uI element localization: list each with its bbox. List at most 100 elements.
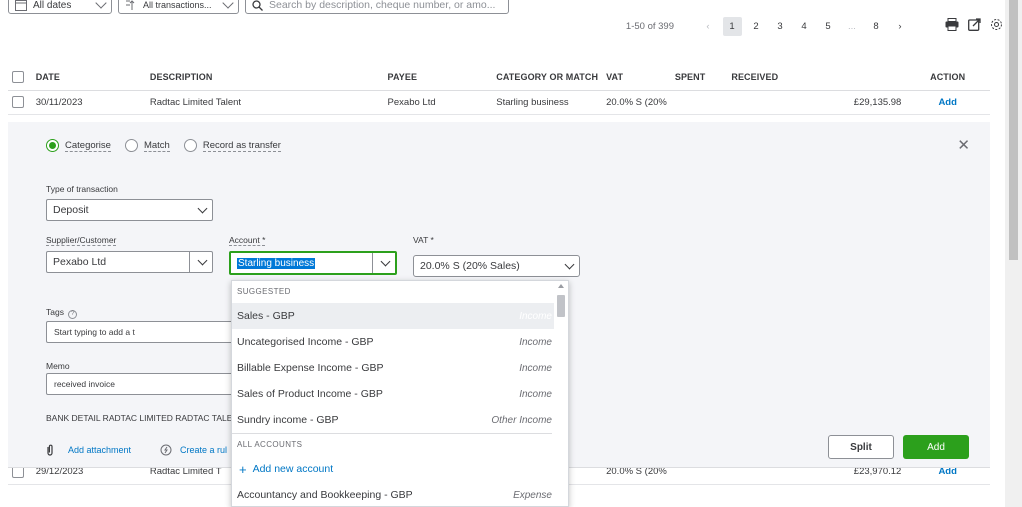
dropdown-option[interactable]: Sundry income - GBP Other Income [232,407,568,433]
split-button[interactable]: Split [828,435,894,459]
account-value[interactable]: Starling business [237,257,316,269]
categorise-radio[interactable] [46,139,59,152]
type-select[interactable]: Deposit [46,199,213,221]
header-category[interactable]: CATEGORY OR MATCH [492,64,603,91]
option-name: Accountancy and Bookkeeping - GBP [237,489,413,501]
header-payee[interactable]: PAYEE [383,64,493,91]
select-all-cell [8,64,32,91]
create-rule-link[interactable]: Create a rul [160,444,227,456]
dropdown-option[interactable]: Sales - GBP Income [232,303,568,329]
option-name: Sales of Product Income - GBP [237,388,383,400]
chevron-down-icon [564,259,575,270]
dropdown-scroll-thumb[interactable] [557,295,565,317]
memo-input[interactable]: received invoice [46,373,236,395]
add-attachment-link[interactable]: Add attachment [46,444,131,456]
vat-value: 20.0% S (20% Sales) [420,260,520,272]
dropdown-option[interactable]: Accountancy and Bookkeeping - GBP Expens… [232,482,568,506]
chevron-down-icon [95,0,107,9]
print-icon[interactable] [945,18,959,31]
vat-select[interactable]: 20.0% S (20% Sales) [413,255,580,277]
search-icon [252,0,263,11]
row-category: Starling business [492,90,603,115]
page-2-button[interactable]: 2 [747,17,766,36]
header-description[interactable]: DESCRIPTION [145,64,384,91]
pagination: 1-50 of 399 ‹ 1 2 3 4 5 ... 8 › [625,16,912,36]
help-icon[interactable]: ? [68,310,78,319]
row-add-link[interactable]: Add [905,90,990,115]
match-label[interactable]: Match [143,140,170,152]
header-spent[interactable]: SPENT [670,64,728,91]
chevron-down-icon [380,256,391,267]
suggested-header: SUGGESTED [237,287,291,296]
memo-value: received invoice [54,379,115,389]
dropdown-option[interactable]: Billable Expense Income - GBP Income [232,355,568,381]
table-tools [945,18,1003,31]
option-name: Sundry income - GBP [237,414,339,426]
dropdown-option[interactable]: Sales of Product Income - GBP Income [232,381,568,407]
select-divider [189,252,190,272]
transactions-filter-dropdown[interactable]: All transactions... [118,0,239,14]
account-select[interactable]: Starling business [229,251,397,275]
option-type: Income [519,336,552,348]
option-name: Sales - GBP [237,310,295,322]
page-5-button[interactable]: 5 [819,17,838,36]
page-scroll-thumb[interactable] [1009,0,1018,260]
categorise-label[interactable]: Categorise [65,140,111,152]
option-type: Income [519,388,552,400]
page-3-button[interactable]: 3 [771,17,790,36]
row-spent [670,90,728,115]
account-label: Account * [229,235,266,246]
transfer-radio[interactable] [183,139,197,152]
type-label: Type of transaction [46,184,118,194]
row-description: Radtac Limited Talent [145,90,384,115]
header-action: ACTION [905,64,990,91]
add-new-account-option[interactable]: + Add new account [232,456,568,482]
plus-icon: + [239,461,247,477]
date-filter-dropdown[interactable]: All dates [8,0,112,14]
supplier-value: Pexabo Ltd [53,256,107,268]
dropdown-scrollbar[interactable] [554,281,568,506]
chevron-down-icon [197,255,208,266]
gear-icon[interactable] [990,18,1003,31]
prev-page-button[interactable]: ‹ [699,17,718,36]
filter-bar: All dates All transactions... Search by … [0,0,1005,16]
option-type: Other Income [491,414,552,426]
header-received[interactable]: RECEIVED [727,64,906,91]
table-header-row: DATE DESCRIPTION PAYEE CATEGORY OR MATCH… [8,64,990,91]
header-date[interactable]: DATE [31,64,146,91]
page-range: 1-50 of 399 [625,20,674,32]
option-type: Income [519,310,552,322]
scroll-up-arrow-icon[interactable] [558,284,564,288]
search-input[interactable]: Search by description, cheque number, or… [245,0,509,14]
page-4-button[interactable]: 4 [795,17,814,36]
option-name: Billable Expense Income - GBP [237,362,384,374]
transactions-filter-label: All transactions... [143,0,212,10]
account-label-text: Account * [229,235,266,246]
tags-input[interactable]: Start typing to add a t [46,321,236,343]
page-scrollbar[interactable] [1005,0,1022,507]
export-icon[interactable] [968,18,981,31]
search-placeholder: Search by description, cheque number, or… [269,0,496,11]
row-vat: 20.0% S (20% [602,90,671,115]
table-row[interactable]: 30/11/2023 Radtac Limited Talent Pexabo … [8,90,990,115]
add-button[interactable]: Add [903,435,969,459]
close-icon[interactable]: ✕ [957,136,970,154]
calendar-icon [15,0,27,11]
transfer-label[interactable]: Record as transfer [202,140,281,152]
select-all-checkbox[interactable] [12,70,24,83]
next-page-button[interactable]: › [891,17,910,36]
all-accounts-header: ALL ACCOUNTS [237,440,303,449]
page-ellipsis: ... [848,20,856,32]
filter-icon [125,0,137,11]
row-payee: Pexabo Ltd [383,90,493,115]
rule-icon [160,444,172,456]
page-8-button[interactable]: 8 [867,17,886,36]
supplier-select[interactable]: Pexabo Ltd [46,251,213,273]
header-vat[interactable]: VAT [602,64,671,91]
match-radio[interactable] [124,139,138,152]
dropdown-option[interactable]: Uncategorised Income - GBP Income [232,329,568,355]
page-1-button[interactable]: 1 [722,16,742,36]
row-checkbox[interactable] [12,96,24,108]
supplier-label: Supplier/Customer [46,235,117,246]
type-value: Deposit [53,204,89,216]
